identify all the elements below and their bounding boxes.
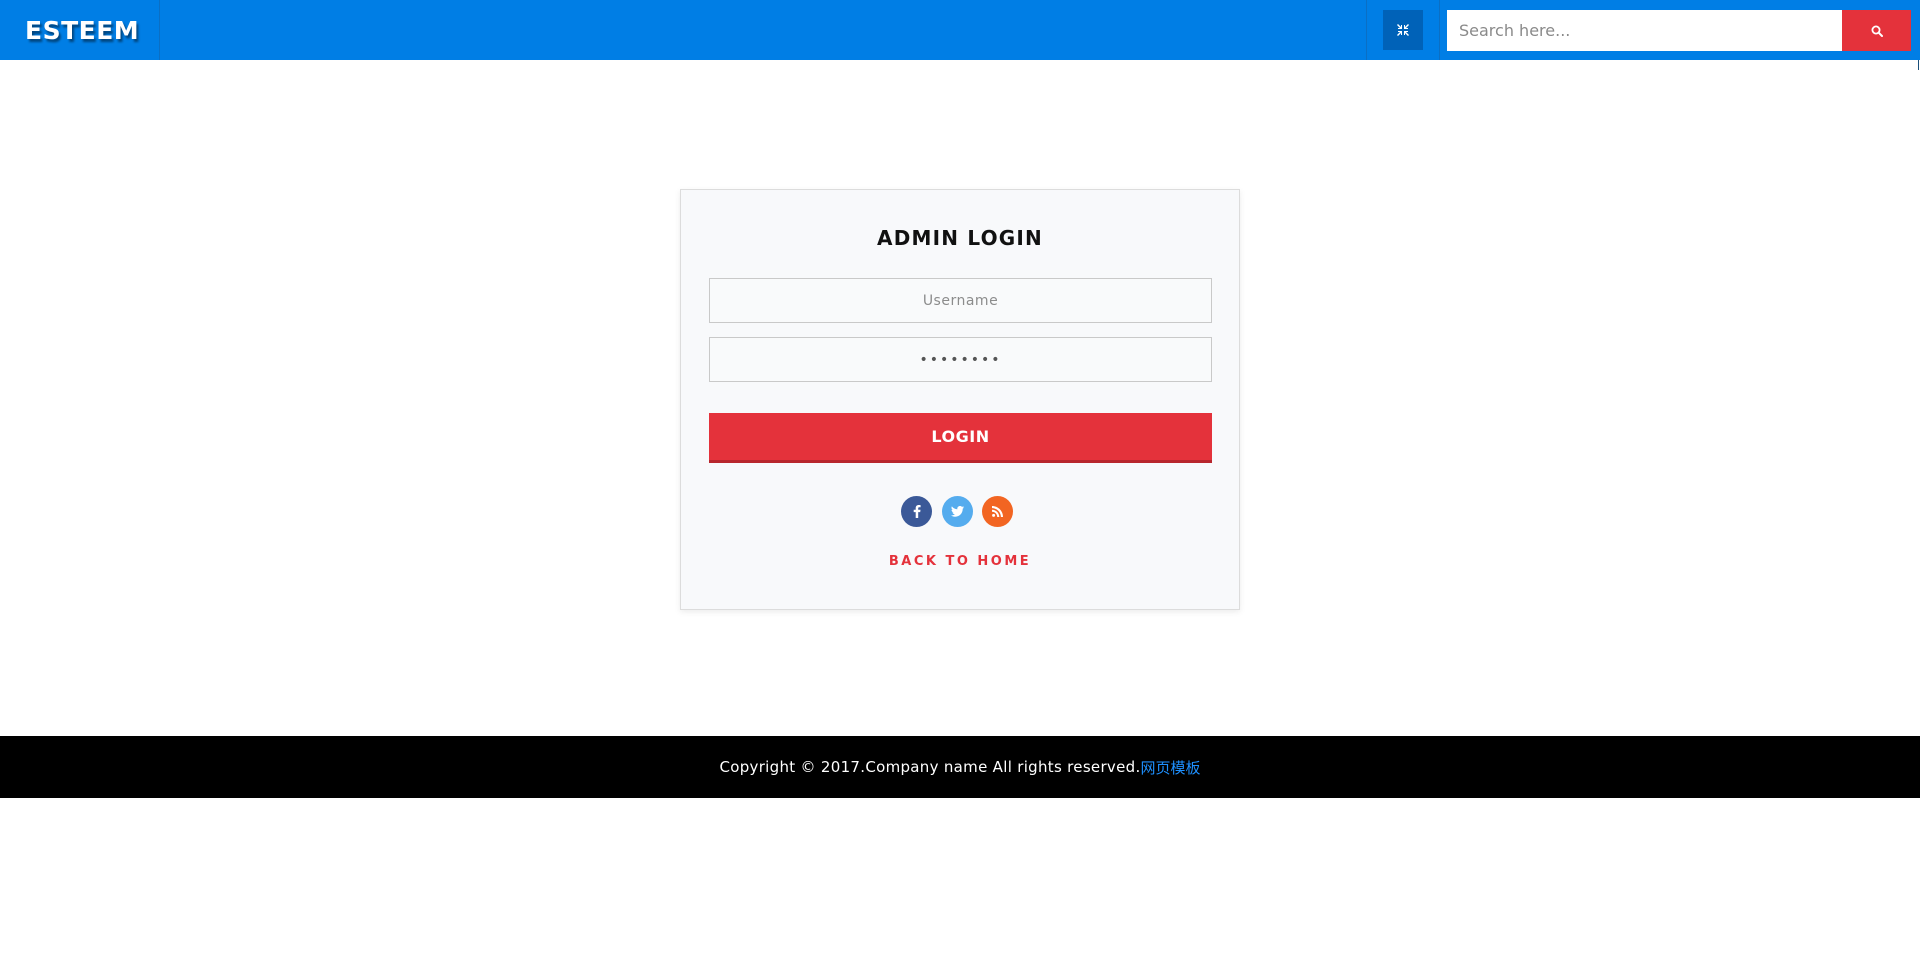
search-button[interactable] xyxy=(1842,10,1911,51)
search-input[interactable] xyxy=(1447,10,1842,51)
login-title: ADMIN LOGIN xyxy=(877,226,1043,250)
facebook-icon xyxy=(913,505,921,518)
rss-icon xyxy=(992,506,1003,517)
fullscreen-toggle-button[interactable] xyxy=(1383,10,1423,50)
search-icon xyxy=(1871,25,1883,37)
scrollbar-edge xyxy=(1918,60,1919,70)
twitter-icon xyxy=(951,506,964,517)
login-panel: ADMIN LOGIN LOGIN BACK TO HOME xyxy=(680,189,1240,610)
facebook-link[interactable] xyxy=(901,496,932,527)
brand-name: ESTEEM xyxy=(25,15,140,45)
navbar-divider xyxy=(1366,0,1367,60)
brand-logo[interactable]: ESTEEM xyxy=(0,0,160,60)
login-button[interactable]: LOGIN xyxy=(709,413,1212,463)
copyright-text: Copyright © 2017.Company name All rights… xyxy=(719,758,1141,776)
password-field[interactable] xyxy=(709,337,1212,382)
footer-template-link[interactable]: 网页模板 xyxy=(1141,757,1201,778)
twitter-link[interactable] xyxy=(942,496,973,527)
compress-icon xyxy=(1397,24,1409,36)
rss-link[interactable] xyxy=(982,496,1013,527)
top-navbar: ESTEEM xyxy=(0,0,1920,60)
navbar-divider xyxy=(1439,0,1440,60)
footer: Copyright © 2017.Company name All rights… xyxy=(0,736,1920,798)
back-to-home-link[interactable]: BACK TO HOME xyxy=(681,554,1239,569)
username-field[interactable] xyxy=(709,278,1212,323)
